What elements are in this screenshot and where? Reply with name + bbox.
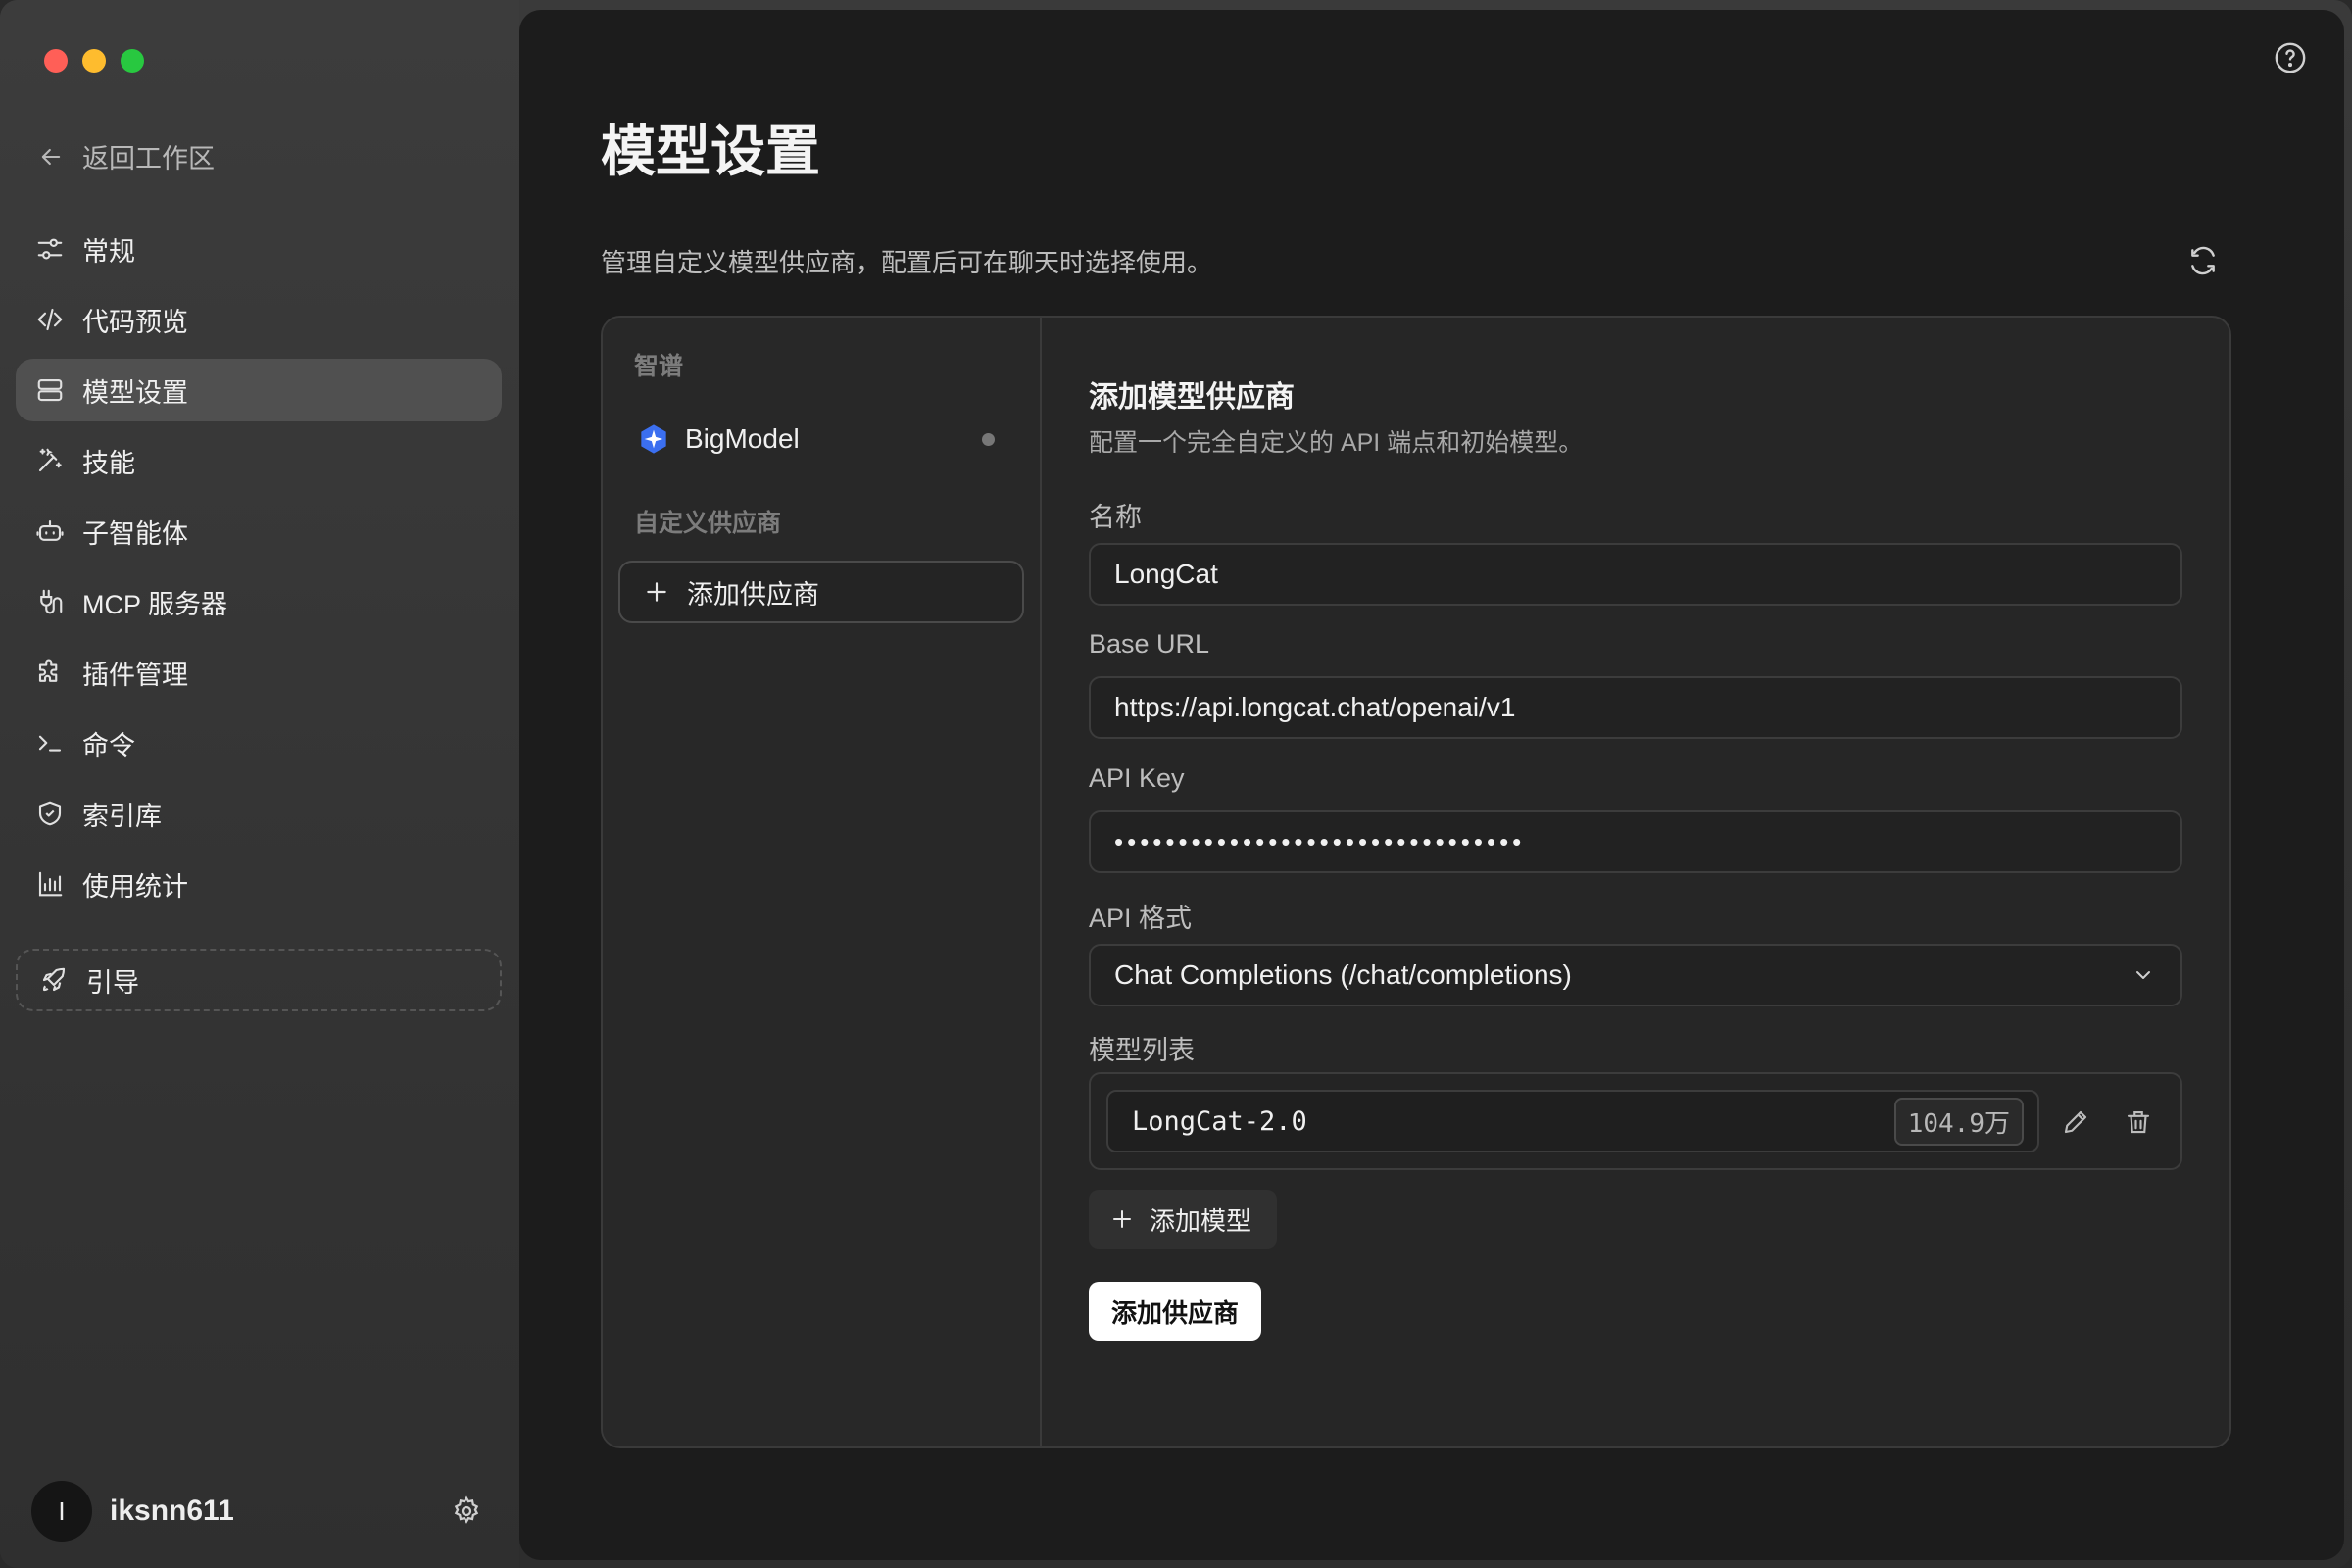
add-provider-submit-button[interactable]: 添加供应商 bbox=[1089, 1282, 1261, 1341]
nav-item-mcp-servers[interactable]: MCP 服务器 bbox=[16, 570, 502, 633]
add-model-label: 添加模型 bbox=[1150, 1205, 1252, 1236]
username: iksnn611 bbox=[110, 1494, 234, 1527]
api-key-value: •••••••••••••••••••••••••••••••• bbox=[1114, 826, 1526, 857]
plug-icon bbox=[40, 589, 63, 614]
name-value: LongCat bbox=[1114, 559, 1218, 589]
nav-item-commands[interactable]: 命令 bbox=[16, 711, 502, 774]
guide-label: 引导 bbox=[86, 967, 139, 998]
provider-name: BigModel bbox=[685, 423, 800, 454]
refresh-icon[interactable] bbox=[2187, 245, 2219, 276]
nav-item-sub-agents[interactable]: 子智能体 bbox=[16, 500, 502, 563]
nav-item-index[interactable]: 索引库 bbox=[16, 782, 502, 845]
nav-label: 代码预览 bbox=[82, 307, 188, 337]
sliders-icon bbox=[37, 238, 63, 260]
guide-button[interactable]: 引导 bbox=[16, 949, 502, 1011]
maximize-window-button[interactable] bbox=[121, 49, 144, 73]
context-length-badge: 104.9万 bbox=[1893, 1097, 2024, 1146]
submit-label: 添加供应商 bbox=[1110, 1298, 1239, 1328]
page-title: 模型设置 bbox=[601, 121, 820, 182]
api-format-select[interactable]: Chat Completions (/chat/completions) bbox=[1089, 944, 2182, 1006]
api-key-label: API Key bbox=[1089, 763, 1185, 793]
base-url-value: https://api.longcat.chat/openai/v1 bbox=[1114, 692, 1516, 722]
nav-item-plugins[interactable]: 插件管理 bbox=[16, 641, 502, 704]
nav-label: MCP 服务器 bbox=[82, 589, 228, 619]
add-provider-form: 添加模型供应商 配置一个完全自定义的 API 端点和初始模型。 名称 LongC… bbox=[1089, 318, 2186, 1446]
help-icon[interactable] bbox=[2274, 41, 2307, 74]
shield-icon bbox=[38, 801, 62, 826]
bigmodel-logo-icon bbox=[641, 424, 666, 454]
puzzle-icon bbox=[38, 659, 58, 682]
magic-wand-icon bbox=[38, 448, 62, 472]
bar-chart-icon bbox=[38, 871, 63, 897]
api-key-input[interactable]: •••••••••••••••••••••••••••••••• bbox=[1089, 810, 2182, 873]
trash-icon[interactable] bbox=[2124, 1107, 2153, 1137]
nav-label: 常规 bbox=[82, 236, 135, 267]
section-header-builtin: 智谱 bbox=[634, 353, 684, 380]
back-label: 返回工作区 bbox=[82, 144, 215, 173]
api-format-label: API 格式 bbox=[1089, 904, 1193, 933]
provider-list: 智谱 BigModel 自定义供应商 添加供应商 bbox=[603, 318, 1042, 1446]
nav-label: 插件管理 bbox=[82, 660, 188, 690]
nav-item-usage-stats[interactable]: 使用统计 bbox=[16, 853, 502, 915]
close-window-button[interactable] bbox=[44, 49, 68, 73]
model-list: LongCat-2.0 104.9万 bbox=[1089, 1072, 2182, 1170]
provider-item-bigmodel[interactable]: BigModel bbox=[638, 417, 1010, 461]
name-label: 名称 bbox=[1089, 503, 1142, 532]
api-format-value: Chat Completions (/chat/completions) bbox=[1114, 959, 1572, 990]
model-name: LongCat-2.0 bbox=[1132, 1105, 1307, 1137]
nav-label: 索引库 bbox=[82, 801, 162, 831]
model-row[interactable]: LongCat-2.0 104.9万 bbox=[1106, 1090, 2039, 1152]
form-description: 配置一个完全自定义的 API 端点和初始模型。 bbox=[1089, 429, 1584, 457]
status-dot bbox=[982, 432, 995, 446]
code-icon bbox=[37, 308, 63, 331]
avatar[interactable]: I bbox=[31, 1481, 92, 1542]
sidebar: 返回工作区 常规 代码预览 模型设置 技能 子智能体 MCP 服务器 插件管理 … bbox=[0, 0, 519, 1568]
main-panel: 模型设置 管理自定义模型供应商，配置后可在聊天时选择使用。 智谱 BigMode… bbox=[519, 10, 2344, 1560]
nav-label: 技能 bbox=[82, 448, 135, 478]
plus-icon bbox=[1113, 1210, 1131, 1228]
user-profile: I iksnn611 bbox=[31, 1480, 482, 1543]
rocket-icon bbox=[42, 967, 66, 992]
settings-nav: 常规 代码预览 模型设置 技能 子智能体 MCP 服务器 插件管理 命令 索引库… bbox=[16, 218, 502, 923]
terminal-icon bbox=[38, 735, 62, 752]
window-controls bbox=[44, 49, 144, 73]
add-provider-list-button[interactable]: 添加供应商 bbox=[618, 561, 1024, 623]
add-model-button[interactable]: 添加模型 bbox=[1089, 1190, 1277, 1249]
base-url-input[interactable]: https://api.longcat.chat/openai/v1 bbox=[1089, 676, 2182, 739]
name-input[interactable]: LongCat bbox=[1089, 543, 2182, 606]
minimize-window-button[interactable] bbox=[82, 49, 106, 73]
chevron-down-icon bbox=[2136, 971, 2150, 979]
add-provider-list-label: 添加供应商 bbox=[687, 579, 819, 610]
provider-card: 智谱 BigModel 自定义供应商 添加供应商 添加模型供应商 配置一个完全自… bbox=[601, 316, 2231, 1448]
nav-item-code-preview[interactable]: 代码预览 bbox=[16, 288, 502, 351]
base-url-label: Base URL bbox=[1089, 629, 1210, 659]
nav-item-model-settings[interactable]: 模型设置 bbox=[16, 359, 502, 421]
nav-label: 模型设置 bbox=[82, 377, 188, 408]
robot-icon bbox=[36, 519, 64, 541]
form-title: 添加模型供应商 bbox=[1089, 381, 1295, 414]
section-header-custom: 自定义供应商 bbox=[634, 510, 782, 537]
plus-icon bbox=[647, 582, 666, 602]
nav-label: 命令 bbox=[82, 730, 135, 760]
pencil-icon[interactable] bbox=[2061, 1107, 2090, 1137]
page-description: 管理自定义模型供应商，配置后可在聊天时选择使用。 bbox=[601, 248, 1213, 277]
back-to-workspace-link[interactable]: 返回工作区 bbox=[37, 137, 215, 175]
avatar-initial: I bbox=[58, 1495, 66, 1526]
arrow-left-icon bbox=[41, 148, 61, 165]
app-window: 返回工作区 常规 代码预览 模型设置 技能 子智能体 MCP 服务器 插件管理 … bbox=[0, 0, 2352, 1568]
model-list-label: 模型列表 bbox=[1089, 1036, 1195, 1065]
nav-label: 子智能体 bbox=[82, 518, 188, 549]
nav-item-skills[interactable]: 技能 bbox=[16, 429, 502, 492]
gear-icon[interactable] bbox=[451, 1495, 482, 1527]
server-icon bbox=[37, 378, 63, 402]
nav-label: 使用统计 bbox=[82, 871, 188, 902]
nav-item-general[interactable]: 常规 bbox=[16, 218, 502, 280]
